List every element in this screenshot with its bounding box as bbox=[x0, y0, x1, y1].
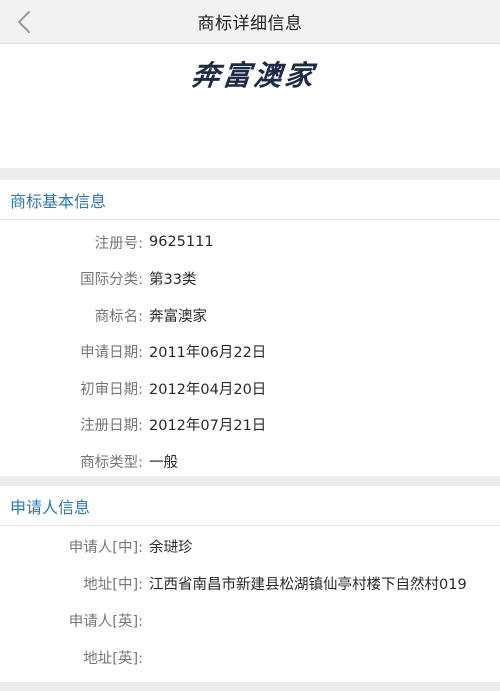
info-row-apply-date: 申请日期: 2011年06月22日 bbox=[0, 334, 500, 371]
info-row-address-cn: 地址[中]: 江西省南昌市新建县松湖镇仙亭村楼下自然村019 bbox=[0, 565, 500, 602]
info-row-applicant-cn: 申请人[中]: 余琎珍 bbox=[0, 528, 500, 565]
info-row-reg-date: 注册日期: 2012年07月21日 bbox=[0, 407, 500, 444]
row-value: 江西省南昌市新建县松湖镇仙亭村楼下自然村019 bbox=[149, 577, 467, 593]
row-label: 注册日期: bbox=[80, 418, 143, 435]
row-value: 2012年07月21日 bbox=[149, 418, 267, 435]
row-label: 地址[英]: bbox=[83, 651, 143, 667]
applicant-info-section: 申请人信息 申请人[中]: 余琎珍 地址[中]: 江西省南昌市新建县松湖镇仙亭村… bbox=[0, 486, 500, 682]
basic-info-title: 商标基本信息 bbox=[0, 180, 500, 220]
row-label: 国际分类: bbox=[80, 272, 143, 289]
back-button[interactable] bbox=[6, 0, 42, 44]
row-label: 申请人[英]: bbox=[68, 614, 143, 630]
row-value: 第33类 bbox=[149, 272, 197, 289]
row-value: 9625111 bbox=[149, 234, 214, 251]
info-row-address-en: 地址[英]: bbox=[0, 639, 500, 676]
info-row-reg-number: 注册号: 9625111 bbox=[0, 224, 500, 261]
row-label: 申请日期: bbox=[80, 345, 143, 362]
trademark-logo: 奔富澳家 bbox=[189, 59, 318, 92]
row-value: 余琎珍 bbox=[149, 540, 193, 556]
row-label: 注册号: bbox=[94, 235, 143, 252]
info-row-trademark-name: 商标名: 奔富澳家 bbox=[0, 297, 500, 334]
chevron-left-icon bbox=[18, 11, 30, 33]
basic-info-section: 商标基本信息 注册号: 9625111 国际分类: 第33类 商标名: 奔富澳家… bbox=[0, 180, 500, 476]
row-label: 商标名: bbox=[94, 308, 143, 325]
row-label: 地址[中]: bbox=[83, 577, 143, 593]
page-title: 商标详细信息 bbox=[197, 14, 303, 34]
info-row-applicant-en: 申请人[英]: bbox=[0, 602, 500, 639]
row-label: 初审日期: bbox=[80, 381, 143, 398]
row-value: 奔富澳家 bbox=[149, 308, 207, 325]
row-value: 2011年06月22日 bbox=[149, 345, 267, 362]
trademark-logo-card: 奔富澳家 bbox=[0, 44, 500, 168]
row-value: 一般 bbox=[149, 454, 178, 471]
applicant-info-title: 申请人信息 bbox=[0, 486, 500, 526]
info-row-intl-class: 国际分类: 第33类 bbox=[0, 261, 500, 298]
row-value: 2012年04月20日 bbox=[149, 381, 267, 398]
row-label: 申请人[中]: bbox=[68, 540, 143, 556]
info-row-prelim-date: 初审日期: 2012年04月20日 bbox=[0, 370, 500, 407]
row-label: 商标类型: bbox=[80, 454, 143, 471]
info-row-trademark-type: 商标类型: 一般 bbox=[0, 443, 500, 480]
nav-bar: 商标详细信息 bbox=[0, 0, 500, 44]
